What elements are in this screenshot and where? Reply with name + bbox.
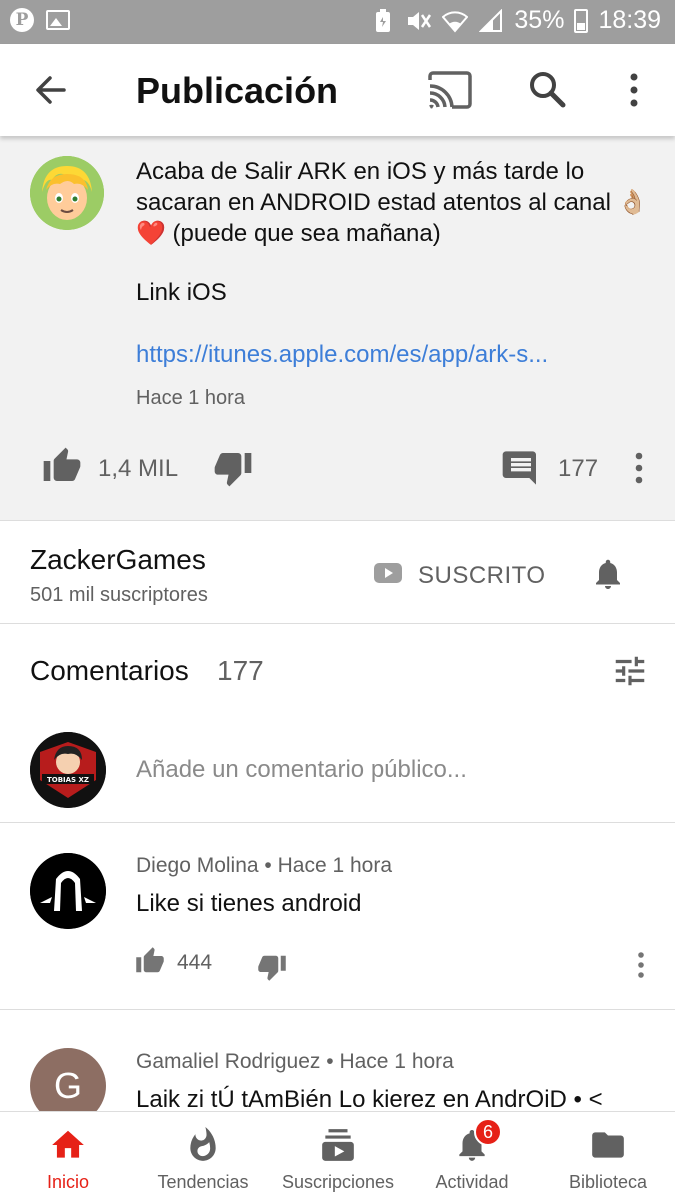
like-button[interactable] bbox=[42, 446, 82, 486]
app-bar: Publicación bbox=[0, 44, 675, 136]
comments-title: Comentarios bbox=[30, 655, 189, 686]
comment-like-count: 444 bbox=[177, 951, 213, 974]
thumb-down-icon bbox=[258, 955, 286, 981]
wifi-icon bbox=[442, 8, 469, 34]
nav-label: Inicio bbox=[46, 1172, 90, 1192]
comment-time: Hace 1 hora bbox=[339, 1050, 454, 1073]
comment-dislike-button[interactable] bbox=[256, 952, 288, 982]
bell-icon: 6 bbox=[452, 1118, 502, 1164]
comment-meta: Diego Molina • Hace 1 hora bbox=[136, 854, 392, 878]
battery-percent: 35% bbox=[514, 6, 565, 34]
post-more-button[interactable] bbox=[628, 448, 650, 488]
nav-subscriptions[interactable]: Suscripciones bbox=[274, 1112, 402, 1200]
more-vert-icon bbox=[630, 73, 638, 107]
notifications-button[interactable] bbox=[590, 554, 626, 594]
search-button[interactable] bbox=[526, 68, 570, 112]
community-post: Acaba de Salir ARK en iOS y más tarde lo… bbox=[0, 136, 675, 521]
thumb-up-icon bbox=[136, 947, 164, 973]
subscribed-button[interactable]: SUSCRITO bbox=[418, 562, 546, 590]
pinterest-icon: P bbox=[10, 8, 34, 32]
post-body: Acaba de Salir ARK en iOS y más tarde lo… bbox=[136, 156, 656, 308]
status-bar-system: 35% 18:39 bbox=[370, 6, 661, 35]
comment-author[interactable]: Diego Molina bbox=[136, 854, 259, 877]
comment-more-button[interactable] bbox=[632, 948, 650, 982]
more-vert-icon bbox=[635, 452, 643, 484]
meta-separator: • bbox=[264, 854, 278, 877]
nav-activity[interactable]: 6 Actividad bbox=[424, 1112, 520, 1200]
comments-count: 177 bbox=[217, 655, 264, 686]
channel-row: ZackerGames 501 mil suscriptores SUSCRIT… bbox=[0, 522, 675, 624]
thumb-down-icon bbox=[214, 453, 252, 487]
back-button[interactable] bbox=[30, 70, 74, 110]
post-link[interactable]: https://itunes.apple.com/es/app/ark-s... bbox=[136, 341, 548, 369]
like-count: 1,4 MIL bbox=[98, 455, 179, 482]
cast-icon bbox=[428, 71, 472, 109]
add-comment-input[interactable]: Añade un comentario público... bbox=[136, 756, 467, 784]
comments-button[interactable] bbox=[500, 448, 542, 488]
subscriptions-icon bbox=[318, 1126, 358, 1164]
post-timestamp: Hace 1 hora bbox=[136, 387, 245, 409]
divider bbox=[0, 1009, 675, 1010]
subscriber-count: 501 mil suscriptores bbox=[30, 584, 208, 606]
comment-count: 177 bbox=[558, 455, 599, 482]
cartoon-avatar-icon bbox=[30, 156, 104, 230]
post-text-paragraph: Link iOS bbox=[136, 279, 227, 306]
arrow-left-icon bbox=[36, 76, 66, 104]
mute-icon bbox=[406, 8, 432, 34]
comment-text: Laik zi tÚ tAmBién Lo kierez en AndrOiD … bbox=[136, 1086, 603, 1113]
my-avatar: TOBIAS XZ bbox=[30, 732, 106, 808]
bell-icon bbox=[596, 559, 620, 589]
divider bbox=[0, 822, 675, 823]
channel-avatar[interactable] bbox=[30, 156, 104, 230]
thumb-up-icon bbox=[43, 447, 81, 481]
comment-icon bbox=[502, 451, 536, 485]
meta-separator: • bbox=[326, 1050, 340, 1073]
page-title: Publicación bbox=[136, 70, 339, 111]
nav-label: Suscripciones bbox=[281, 1172, 395, 1192]
status-bar-notifications: P bbox=[10, 8, 70, 32]
cast-button[interactable] bbox=[428, 70, 472, 110]
dislike-button[interactable] bbox=[213, 448, 253, 488]
home-icon bbox=[48, 1126, 88, 1164]
nav-label: Biblioteca bbox=[568, 1172, 648, 1192]
signal-icon bbox=[478, 8, 504, 34]
nav-label: Tendencias bbox=[157, 1172, 249, 1192]
folder-icon bbox=[588, 1126, 628, 1164]
comment-time: Hace 1 hora bbox=[277, 854, 393, 877]
commenter-avatar[interactable] bbox=[30, 853, 106, 929]
nav-home[interactable]: Inicio bbox=[20, 1112, 116, 1200]
status-bar: P 35% 18:39 bbox=[0, 0, 675, 44]
my-avatar-text: TOBIAS XZ bbox=[47, 776, 89, 784]
comment-like-button[interactable] bbox=[134, 946, 166, 976]
channel-name[interactable]: ZackerGames bbox=[30, 544, 206, 576]
comment-text: Like si tienes android bbox=[136, 890, 362, 917]
hooded-figure-icon bbox=[30, 853, 106, 929]
battery-saver-icon bbox=[370, 8, 396, 34]
search-icon bbox=[530, 72, 566, 108]
nav-label: Actividad bbox=[435, 1172, 509, 1192]
image-icon bbox=[46, 10, 70, 30]
sort-comments-button[interactable] bbox=[610, 652, 650, 690]
comment-author[interactable]: Gamaliel Rodriguez bbox=[136, 1050, 320, 1073]
tune-icon bbox=[615, 656, 645, 686]
flame-icon bbox=[183, 1126, 223, 1164]
bottom-navigation: Inicio Tendencias Suscripciones 6 Activi… bbox=[0, 1111, 675, 1200]
nav-library[interactable]: Biblioteca bbox=[558, 1112, 658, 1200]
post-text-paragraph: Acaba de Salir ARK en iOS y más tarde lo… bbox=[136, 158, 648, 247]
more-options-button[interactable] bbox=[620, 68, 648, 112]
notification-badge: 6 bbox=[474, 1118, 502, 1146]
youtube-icon bbox=[373, 562, 403, 584]
more-vert-icon bbox=[638, 952, 644, 978]
comment-meta: Gamaliel Rodriguez • Hace 1 hora bbox=[136, 1050, 454, 1074]
clock: 18:39 bbox=[598, 6, 661, 34]
battery-icon bbox=[574, 8, 589, 33]
nav-trending[interactable]: Tendencias bbox=[148, 1112, 258, 1200]
